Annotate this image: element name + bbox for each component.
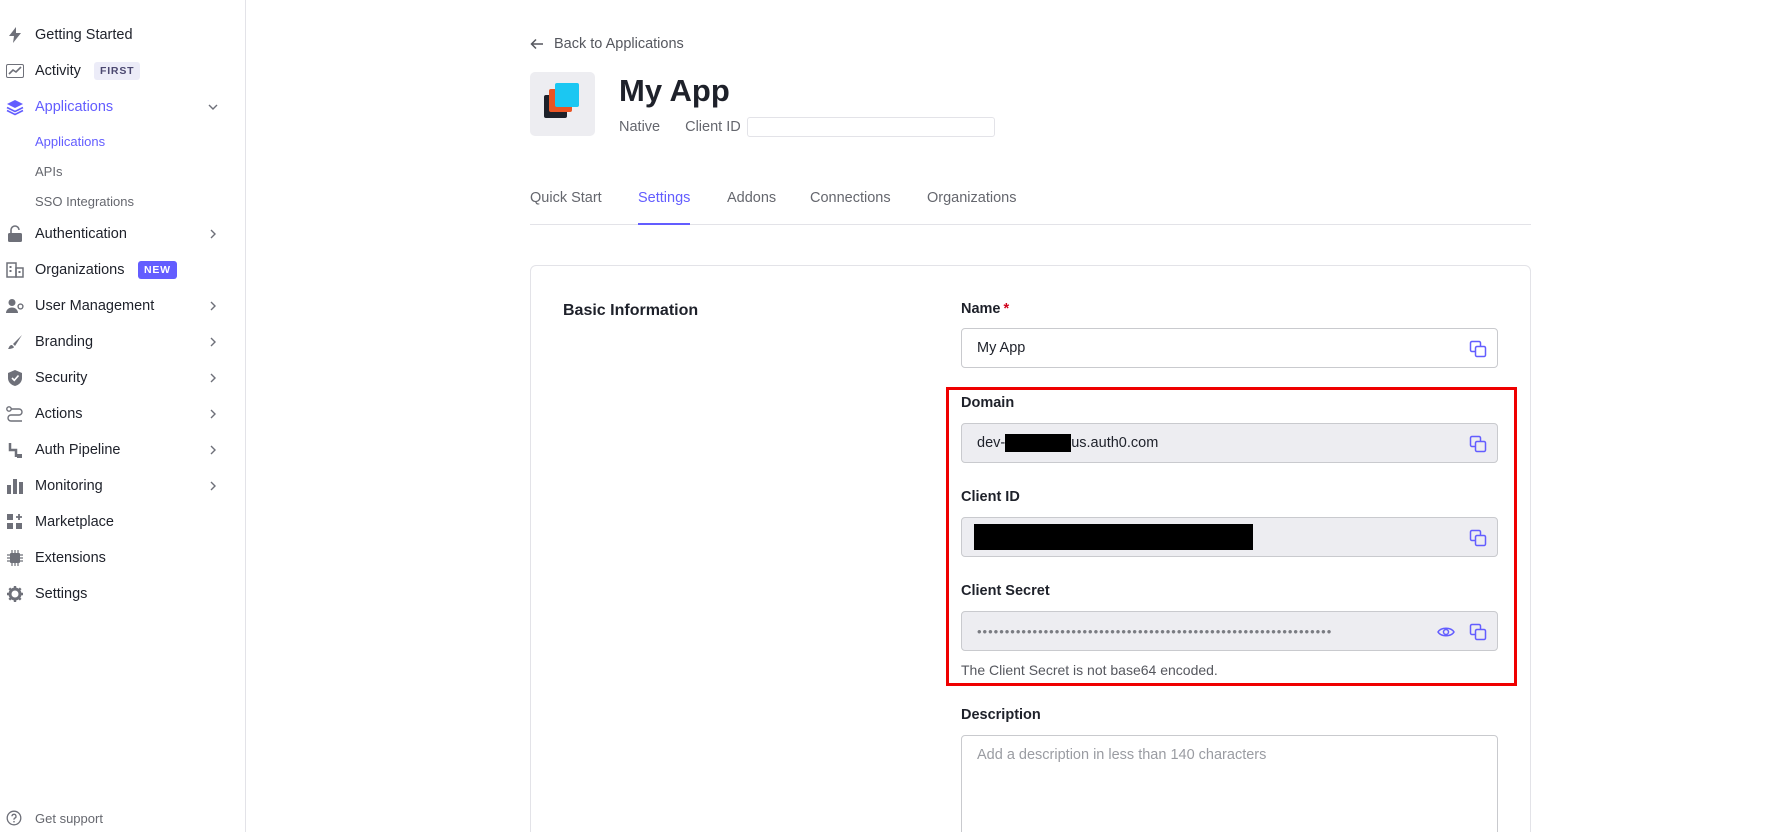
sidebar-item-monitoring[interactable]: Monitoring	[0, 472, 245, 500]
flow-icon	[6, 405, 24, 423]
chevron-right-icon	[210, 337, 216, 347]
sidebar-subitem-apis[interactable]: APIs	[35, 164, 62, 179]
sidebar-item-organizations[interactable]: Organizations NEW	[0, 256, 245, 284]
sidebar-item-branding[interactable]: Branding	[0, 328, 245, 356]
sidebar-item-label: User Management	[35, 298, 155, 314]
chevron-right-icon	[210, 301, 216, 311]
name-field[interactable]: My App	[961, 328, 1498, 368]
new-badge: NEW	[138, 261, 177, 279]
gear-icon	[6, 585, 24, 603]
section-title: Basic Information	[563, 302, 699, 319]
get-support-link[interactable]: Get support	[6, 810, 103, 826]
name-label: Name *	[961, 301, 1009, 317]
sidebar-item-authentication[interactable]: Authentication	[0, 220, 245, 248]
chevron-right-icon	[210, 445, 216, 455]
brush-icon	[6, 333, 24, 351]
activity-chart-icon	[6, 62, 24, 80]
native-app-icon	[544, 83, 579, 118]
sidebar-item-label: Authentication	[35, 226, 127, 242]
chevron-right-icon	[210, 481, 216, 491]
back-label: Back to Applications	[554, 36, 684, 52]
tab-quick-start[interactable]: Quick Start	[530, 190, 602, 216]
client-id-label: Client ID	[685, 119, 741, 135]
sidebar-item-label: Actions	[35, 406, 83, 422]
building-icon	[6, 261, 24, 279]
app-logo	[530, 72, 595, 136]
back-to-applications-link[interactable]: Back to Applications	[530, 36, 684, 52]
sidebar-item-label: Activity	[35, 63, 81, 79]
chip-icon	[6, 549, 24, 567]
chevron-right-icon	[210, 373, 216, 383]
sidebar-item-activity[interactable]: Activity FIRST	[0, 57, 245, 85]
shield-check-icon	[6, 369, 24, 387]
name-label-text: Name	[961, 301, 1001, 317]
sidebar-item-label: Extensions	[35, 550, 106, 566]
name-value: My App	[977, 340, 1026, 356]
bar-chart-icon	[6, 477, 24, 495]
sidebar-item-actions[interactable]: Actions	[0, 400, 245, 428]
tab-addons[interactable]: Addons	[727, 190, 776, 216]
tab-settings[interactable]: Settings	[638, 190, 691, 225]
sidebar-item-label: Marketplace	[35, 514, 114, 530]
description-placeholder: Add a description in less than 140 chara…	[977, 747, 1267, 763]
sidebar: Getting Started Activity FIRST Applicati…	[0, 0, 246, 832]
client-id-value[interactable]	[746, 117, 995, 137]
copy-icon[interactable]	[1469, 340, 1487, 358]
required-marker: *	[1003, 301, 1010, 317]
description-input[interactable]: Add a description in less than 140 chara…	[961, 735, 1498, 832]
highlight-box	[946, 387, 1517, 686]
arrow-left-icon	[530, 38, 543, 50]
first-badge: FIRST	[94, 62, 141, 80]
sidebar-item-label: Monitoring	[35, 478, 103, 494]
sidebar-item-getting-started[interactable]: Getting Started	[0, 21, 245, 49]
sidebar-item-label: Applications	[35, 99, 114, 115]
sidebar-item-label: Settings	[35, 586, 88, 602]
tab-organizations[interactable]: Organizations	[927, 190, 1016, 216]
chevron-down-icon	[208, 104, 218, 110]
grid-plus-icon	[6, 513, 24, 531]
get-support-label: Get support	[35, 810, 103, 826]
pipeline-icon	[6, 441, 24, 459]
chevron-right-icon	[210, 409, 216, 419]
sidebar-item-security[interactable]: Security	[0, 364, 245, 392]
sidebar-item-label: Branding	[35, 334, 94, 350]
user-gear-icon	[6, 297, 24, 315]
sidebar-item-user-management[interactable]: User Management	[0, 292, 245, 320]
sidebar-item-label: Getting Started	[35, 27, 133, 43]
sidebar-item-extensions[interactable]: Extensions	[0, 544, 245, 572]
layers-icon	[6, 98, 24, 116]
sidebar-item-marketplace[interactable]: Marketplace	[0, 508, 245, 536]
chevron-right-icon	[210, 229, 216, 239]
description-label: Description	[961, 707, 1041, 723]
sidebar-item-settings[interactable]: Settings	[0, 580, 245, 608]
lock-icon	[6, 225, 24, 243]
app-meta: Native Client ID	[619, 117, 995, 137]
app-title: My App	[619, 73, 730, 108]
sidebar-item-label: Auth Pipeline	[35, 442, 121, 458]
sidebar-item-auth-pipeline[interactable]: Auth Pipeline	[0, 436, 245, 464]
sidebar-subitem-sso-integrations[interactable]: SSO Integrations	[35, 194, 134, 209]
app-type: Native	[619, 119, 661, 135]
sidebar-item-label: Organizations	[35, 262, 125, 278]
tabs: Quick Start Settings Addons Connections …	[530, 190, 1531, 225]
tab-connections[interactable]: Connections	[810, 190, 891, 216]
sidebar-item-label: Security	[35, 370, 88, 386]
sidebar-item-applications[interactable]: Applications	[0, 93, 245, 121]
sidebar-subitem-applications[interactable]: Applications	[35, 134, 105, 149]
help-circle-icon	[6, 810, 22, 826]
lightning-icon	[6, 26, 24, 44]
